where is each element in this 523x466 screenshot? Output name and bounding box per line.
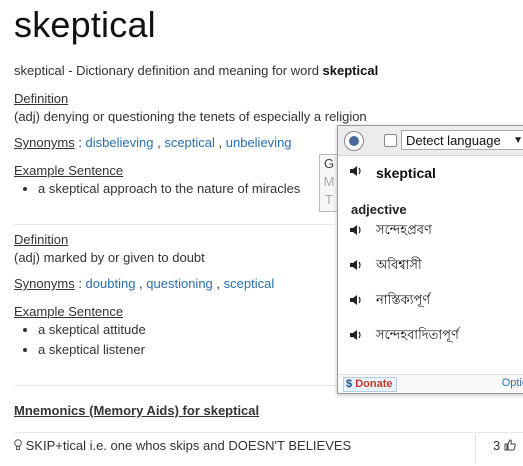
t-tab-letter[interactable]: T — [320, 191, 338, 209]
example-item: a skeptical approach to the nature of mi… — [38, 181, 300, 196]
example-list: a skeptical attitude a skeptical listene… — [14, 322, 146, 362]
subtitle-word: skeptical — [322, 63, 379, 78]
speaker-icon[interactable] — [349, 294, 363, 309]
translated-word: skeptical — [376, 165, 436, 181]
language-select[interactable]: Detect language ▼ — [401, 130, 523, 150]
translation-item: নাস্তিক্যপূর্ণ — [376, 292, 431, 307]
vote-count[interactable]: 3 — [493, 438, 516, 453]
m-tab-letter[interactable]: M — [320, 173, 338, 191]
example-list: a skeptical approach to the nature of mi… — [14, 181, 300, 201]
definition-text: (adj) denying or questioning the tenets … — [14, 109, 367, 124]
part-of-speech: adjective — [351, 202, 407, 217]
translator-footer: $ Donate Optio — [338, 374, 523, 393]
synonym-link[interactable]: sceptical — [164, 135, 215, 150]
synonym-link[interactable]: doubting — [86, 276, 136, 291]
translation-item: অবিশ্বাসী — [376, 257, 422, 272]
synonym-link[interactable]: unbelieving — [226, 135, 292, 150]
synonyms-row: Synonyms : doubting , questioning , scep… — [14, 276, 275, 291]
google-tab-letter[interactable]: G — [320, 155, 338, 173]
mnemonic-text: SKIP+tical i.e. one whos skips and DOESN… — [25, 438, 352, 453]
thumbs-up-icon[interactable] — [504, 439, 516, 451]
donate-button[interactable]: $ Donate — [343, 377, 398, 392]
example-sentence-label: Example Sentence — [14, 304, 124, 319]
page-title: skeptical — [14, 4, 156, 45]
eye-icon[interactable] — [344, 131, 364, 151]
synonym-link[interactable]: questioning — [146, 276, 213, 291]
translation-item: সন্দেহপ্রবণ — [376, 222, 432, 237]
mnemonics-title: Mnemonics (Memory Aids) for skeptical — [14, 403, 260, 418]
vote-separator — [475, 434, 476, 464]
translation-item: সন্দেহবাদিতাপূর্ণ — [376, 327, 459, 342]
translator-header: Detect language ▼ — [338, 126, 523, 156]
definition-text: (adj) marked by or given to doubt — [14, 250, 205, 265]
lightbulb-icon — [14, 439, 22, 450]
example-sentence-label: Example Sentence — [14, 163, 124, 178]
synonym-link[interactable]: disbelieving — [86, 135, 154, 150]
speaker-icon[interactable] — [349, 224, 363, 239]
synonym-link[interactable]: sceptical — [224, 276, 275, 291]
translator-popup: Detect language ▼ skeptical adjective সন… — [337, 125, 523, 394]
speaker-icon[interactable] — [349, 259, 363, 274]
detect-checkbox[interactable] — [384, 134, 397, 147]
chevron-down-icon: ▼ — [513, 135, 523, 146]
divider — [14, 432, 523, 433]
page-subtitle: skeptical - Dictionary definition and me… — [14, 63, 379, 78]
options-link[interactable]: Optio — [502, 377, 523, 389]
synonyms-row: Synonyms : disbelieving , sceptical , un… — [14, 135, 292, 150]
speaker-icon[interactable] — [349, 165, 363, 180]
speaker-icon[interactable] — [349, 329, 363, 344]
mnemonic-entry: SKIP+tical i.e. one whos skips and DOESN… — [14, 438, 351, 453]
example-item: a skeptical attitude — [38, 322, 146, 337]
divider — [14, 224, 334, 225]
example-item: a skeptical listener — [38, 342, 146, 357]
definition-label: Definition — [14, 91, 69, 106]
definition-label: Definition — [14, 232, 69, 247]
translator-side-tab[interactable]: G M T — [319, 154, 338, 212]
